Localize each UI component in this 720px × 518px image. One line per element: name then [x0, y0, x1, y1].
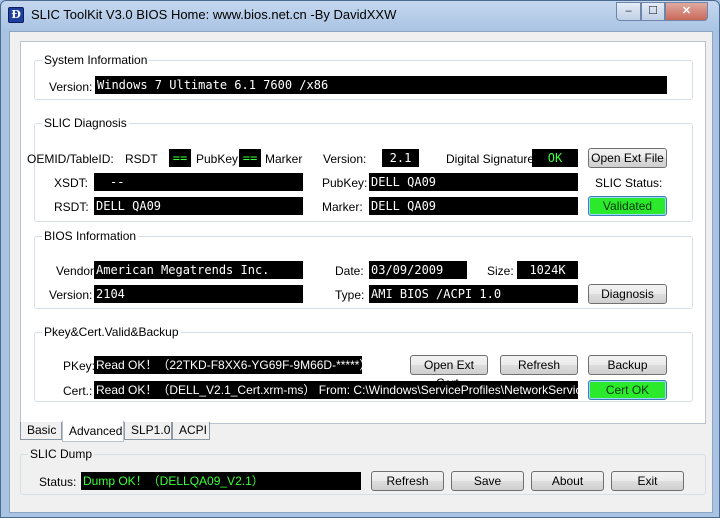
marker-value: DELL QA09: [369, 197, 578, 215]
slic-validated-button[interactable]: Validated: [588, 196, 667, 216]
slic-version-label: Version:: [323, 152, 367, 166]
group-title: SLIC Dump: [30, 447, 93, 461]
pkey-cert-group: Pkey&Cert.Valid&Backup PKey: Read OK！（22…: [34, 325, 693, 402]
minimize-button[interactable]: –: [616, 2, 641, 21]
bios-version-label: Version:: [49, 288, 93, 302]
open-ext-cert-button[interactable]: Open Ext Cert.: [410, 355, 488, 390]
close-button[interactable]: ✕: [665, 2, 708, 21]
about-button[interactable]: About: [531, 471, 604, 491]
os-version-value: Windows 7 Ultimate 6.1 7600 /x86: [95, 76, 667, 94]
slic-dump-group: SLIC Dump Status: Dump OK！（DELLQA09_V2.1…: [20, 447, 706, 495]
dump-status-value: Dump OK！（DELLQA09_V2.1）: [81, 472, 361, 490]
group-title: System Information: [44, 53, 148, 67]
window-title: SLIC ToolKit V3.0 BIOS Home: www.bios.ne…: [31, 7, 397, 22]
backup-button[interactable]: Backup: [588, 355, 667, 375]
slic-version-value: 2.1: [382, 149, 419, 167]
rsdt-word: RSDT: [125, 152, 158, 166]
tab-advanced[interactable]: Advanced: [62, 421, 124, 442]
pkey-value: Read OK！（22TKD-F8XX6-YG69F-9M66D-*****）: [94, 356, 362, 374]
marker-label: Marker:: [322, 200, 363, 214]
bios-version-value: 2104: [94, 285, 303, 303]
pkey-refresh-button[interactable]: Refresh: [500, 355, 578, 375]
rsdt-label: RSDT:: [54, 200, 89, 214]
cert-ok-button[interactable]: Cert OK: [588, 380, 667, 400]
size-label: Size:: [487, 264, 514, 278]
os-version-label: Version:: [49, 80, 93, 94]
client-area: System Information Version: Windows 7 Ul…: [9, 31, 713, 513]
pubkey-label: PubKey:: [322, 176, 368, 190]
exit-button[interactable]: Exit: [611, 471, 684, 491]
xsdt-label: XSDT:: [54, 176, 89, 190]
type-label: Type:: [335, 288, 365, 302]
oemid-label: OEMID/TableID:: [27, 152, 114, 166]
cert-label: Cert.:: [63, 384, 93, 398]
date-value: 03/09/2009: [369, 261, 467, 279]
oemid-match-1: ==: [169, 149, 191, 167]
slic-status-label: SLIC Status:: [595, 176, 663, 190]
group-title: Pkey&Cert.Valid&Backup: [44, 325, 179, 339]
tab-slp[interactable]: SLP1.0: [124, 422, 172, 440]
advanced-tab-panel: System Information Version: Windows 7 Ul…: [20, 41, 706, 424]
xsdt-value: --: [94, 173, 303, 191]
size-value: 1024K: [517, 261, 578, 279]
close-icon: ✕: [681, 5, 692, 17]
diagnosis-button[interactable]: Diagnosis: [588, 284, 667, 304]
group-title: SLIC Diagnosis: [44, 116, 127, 130]
app-window: Ð SLIC ToolKit V3.0 BIOS Home: www.bios.…: [0, 0, 720, 518]
cert-value: Read OK！（DELL_V2.1_Cert.xrm-ms） From: C:…: [94, 381, 578, 399]
save-button[interactable]: Save: [451, 471, 524, 491]
tab-basic[interactable]: Basic: [20, 422, 62, 440]
maximize-icon: ☐: [648, 5, 658, 17]
pubkey-word: PubKey: [196, 152, 239, 166]
slic-diagnosis-group: SLIC Diagnosis OEMID/TableID: RSDT == Pu…: [27, 116, 693, 222]
rsdt-value: DELL QA09: [94, 197, 303, 215]
app-icon[interactable]: Ð: [8, 7, 24, 23]
maximize-button[interactable]: ☐: [641, 2, 665, 21]
tab-acpi[interactable]: ACPI: [172, 422, 210, 440]
minimize-icon: –: [625, 5, 632, 17]
group-title: BIOS Information: [44, 229, 137, 243]
oemid-match-2: ==: [239, 149, 261, 167]
digital-signature-value: OK: [532, 149, 578, 167]
marker-word: Marker: [265, 152, 303, 166]
pkey-label: PKey:: [63, 359, 96, 373]
bios-information-group: BIOS Information Vendor: American Megatr…: [34, 229, 693, 309]
title-bar[interactable]: Ð SLIC ToolKit V3.0 BIOS Home: www.bios.…: [1, 1, 719, 29]
dump-refresh-button[interactable]: Refresh: [371, 471, 444, 491]
pubkey-value: DELL QA09: [369, 173, 578, 191]
type-value: AMI BIOS /ACPI 1.0: [369, 285, 578, 303]
system-information-group: System Information Version: Windows 7 Ul…: [34, 53, 693, 100]
vendor-value: American Megatrends Inc.: [94, 261, 303, 279]
dump-status-label: Status:: [39, 475, 77, 489]
date-label: Date:: [335, 264, 364, 278]
digital-signature-label: Digital Signature:: [446, 152, 538, 166]
vendor-label: Vendor:: [56, 264, 98, 278]
open-ext-file-button[interactable]: Open Ext File: [588, 148, 667, 168]
